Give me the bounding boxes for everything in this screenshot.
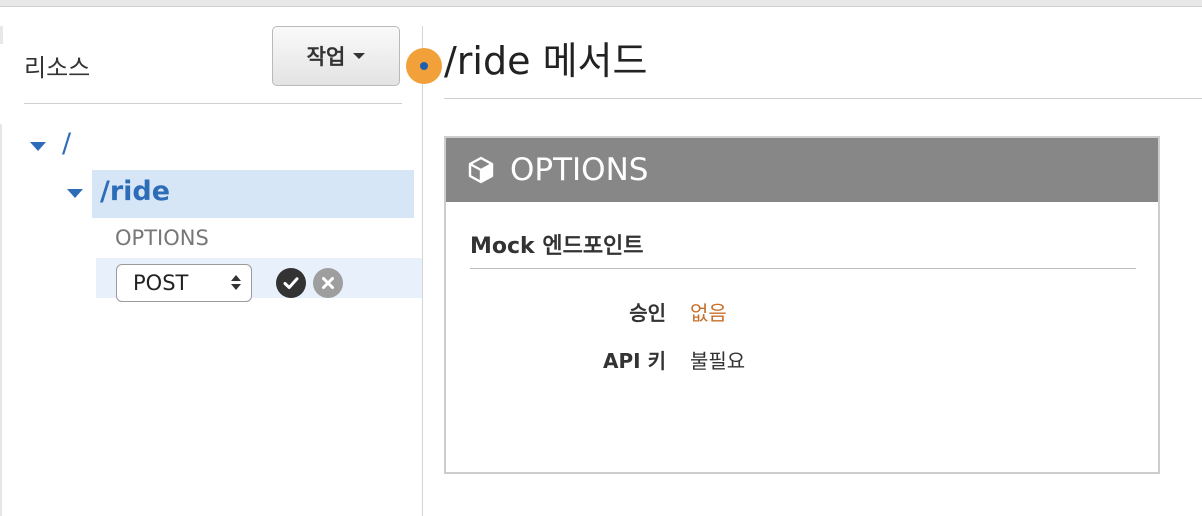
top-bar <box>0 0 1202 7</box>
method-box-title: OPTIONS <box>510 152 649 188</box>
actions-button[interactable]: 작업 <box>272 26 400 86</box>
left-edge-border <box>0 124 2 516</box>
section-divider <box>470 268 1136 269</box>
title-divider <box>444 98 1202 99</box>
confirm-method-button[interactable] <box>276 268 306 298</box>
tree-item-root[interactable]: / <box>62 128 71 159</box>
actions-button-label: 작업 <box>306 45 346 69</box>
method-select-value: POST <box>133 271 189 295</box>
status-indicator <box>406 48 442 84</box>
page-title: /ride 메서드 <box>444 39 648 83</box>
auth-value[interactable]: 없음 <box>690 297 727 326</box>
tree-collapse-icon[interactable] <box>67 189 83 198</box>
left-edge-marker <box>0 26 3 44</box>
section-title: Mock 엔드포인트 <box>470 234 644 259</box>
api-key-key: API 키 <box>603 349 666 373</box>
close-icon <box>322 277 334 289</box>
api-key-value: 불필요 <box>690 349 746 373</box>
dropdown-caret-icon <box>353 53 366 59</box>
tree-collapse-icon[interactable] <box>30 142 46 151</box>
method-execution-box: OPTIONS Mock 엔드포인트 승인 없음 API 키 불필요 <box>444 136 1160 474</box>
cancel-method-button[interactable] <box>313 268 343 298</box>
tree-item-ride[interactable]: /ride <box>100 176 170 207</box>
panel-divider[interactable] <box>422 26 423 516</box>
left-divider <box>24 103 402 104</box>
cube-icon <box>468 156 494 184</box>
checkmark-icon <box>283 277 299 289</box>
tree-method-options[interactable]: OPTIONS <box>115 226 209 250</box>
method-box-header[interactable]: OPTIONS <box>446 138 1158 202</box>
auth-key: 승인 <box>629 301 666 325</box>
select-arrows-icon <box>231 275 241 290</box>
method-select[interactable]: POST <box>116 264 252 302</box>
resources-title: 리소스 <box>24 54 91 82</box>
